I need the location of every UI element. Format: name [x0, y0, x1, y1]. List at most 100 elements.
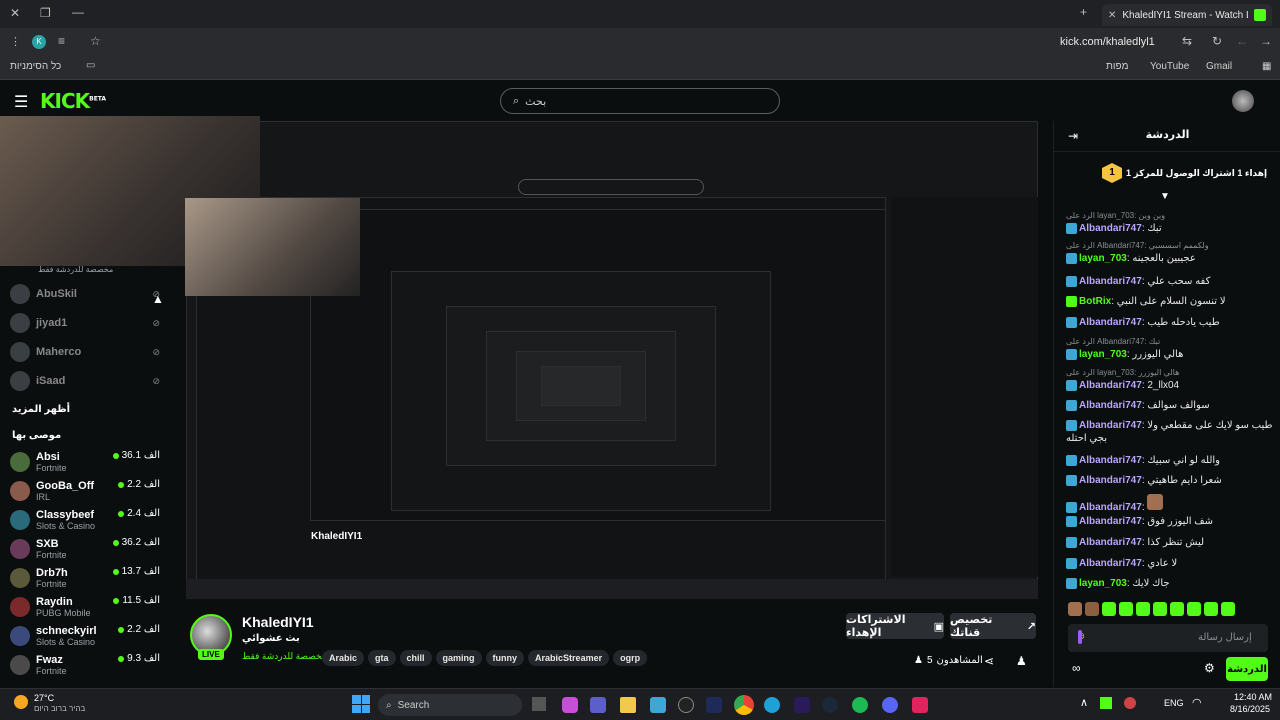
gear-icon[interactable]: ⚙: [1204, 661, 1215, 675]
sidebar-item-recommended[interactable]: schneckyirl Slots & Casino 2.2 الف: [10, 622, 160, 650]
reading-list-icon[interactable]: ≡: [58, 34, 65, 48]
weather-temp[interactable]: 27°C: [34, 693, 54, 703]
bookmark-maps[interactable]: מפות: [1106, 61, 1128, 72]
edge-icon[interactable]: [764, 697, 780, 713]
bookmark-star-icon[interactable]: ☆: [90, 34, 101, 48]
tag[interactable]: gta: [368, 650, 396, 666]
tag[interactable]: ArabicStreamer: [528, 650, 610, 666]
video-player[interactable]: KhaledIYI1: [186, 121, 1038, 599]
viewer-count: ♟ 5 المشاهدون: [914, 655, 983, 666]
language-indicator[interactable]: ENG: [1164, 698, 1184, 708]
chat-settings-icon[interactable]: ∞: [1072, 661, 1081, 675]
chrome-icon[interactable]: [734, 695, 754, 715]
copilot-icon[interactable]: [562, 697, 578, 713]
sidebar-item-offline[interactable]: iSaad ⊘: [10, 367, 160, 395]
tray-chevron-icon[interactable]: ∧: [1080, 696, 1088, 709]
gift-subs-button[interactable]: الاشتراكات الإهداء ▣: [846, 613, 944, 639]
avatar: [10, 626, 30, 646]
emote-icon[interactable]: [1085, 602, 1099, 616]
store-icon[interactable]: [650, 697, 666, 713]
file-explorer-icon[interactable]: [620, 697, 636, 713]
bookmarks-grid-icon[interactable]: ▦: [1262, 61, 1271, 72]
sidebar-item-recommended[interactable]: Raydin PUBG Mobile 11.5 الف: [10, 593, 160, 621]
tag[interactable]: gaming: [435, 650, 482, 666]
sidebar-item-recommended[interactable]: GooBa_Off IRL 2.2 الف: [10, 477, 160, 505]
sidebar-item-recommended[interactable]: Drb7h Fortnite 13.7 الف: [10, 564, 160, 592]
discord-icon[interactable]: [882, 697, 898, 713]
back-icon[interactable]: →: [1260, 34, 1272, 48]
new-tab-icon[interactable]: +: [1080, 5, 1087, 19]
chat-message: Albandari747: طيب سو لايك على مقطعي ولا …: [1066, 419, 1273, 444]
expand-icon[interactable]: ▼: [1160, 191, 1170, 202]
tag[interactable]: Arabic: [322, 650, 365, 666]
sidebar-item-recommended[interactable]: Absi Fortnite 36.1 الف: [10, 448, 160, 476]
profile-avatar-icon[interactable]: K: [32, 35, 46, 49]
all-bookmarks-folder[interactable]: כל הסימניות: [10, 61, 61, 72]
task-view-icon[interactable]: [532, 697, 546, 711]
recommended-title: موصى بها: [12, 430, 62, 441]
mic-icon[interactable]: [1078, 630, 1082, 644]
share-icon[interactable]: ⋖: [984, 654, 994, 668]
emote-icon[interactable]: [1221, 602, 1235, 616]
weather-icon[interactable]: [14, 695, 28, 709]
tag[interactable]: ogrp: [613, 650, 648, 666]
emote-icon[interactable]: [1102, 602, 1116, 616]
hamburger-menu-icon[interactable]: ☰: [14, 92, 28, 112]
tag[interactable]: funny: [485, 650, 525, 666]
clock-date[interactable]: 8/16/2025: [1230, 704, 1270, 714]
windows-start-icon[interactable]: [352, 695, 370, 713]
app-icon[interactable]: [678, 697, 694, 713]
menu-dots-icon[interactable]: ⋮: [10, 35, 21, 48]
kick-logo[interactable]: KICKBETA: [40, 89, 106, 113]
clock-time[interactable]: 12:40 AM: [1234, 692, 1272, 702]
taskbar-search[interactable]: ⌕ Search: [378, 694, 522, 716]
bookmark-gmail[interactable]: Gmail: [1206, 61, 1232, 72]
close-tab-icon[interactable]: ✕: [1108, 10, 1116, 21]
tray-kick-icon[interactable]: [1100, 697, 1112, 709]
sidebar-item-recommended[interactable]: SXB Fortnite 36.2 الف: [10, 535, 160, 563]
close-window-icon[interactable]: ✕: [10, 6, 20, 20]
sidebar-item-offline[interactable]: AbuSkil ⊘: [10, 280, 160, 308]
show-more-link[interactable]: أظهر المزيد: [12, 404, 70, 415]
search-input[interactable]: ⌕ بحث: [500, 88, 780, 114]
reload-icon[interactable]: ↻: [1212, 34, 1222, 48]
external-link-icon: ↗: [1026, 620, 1036, 633]
wifi-icon[interactable]: ◠: [1192, 696, 1202, 709]
follow-icon[interactable]: ♟: [1016, 654, 1027, 668]
sidebar-item-recommended[interactable]: Fwaz Fortnite 9.3 الف: [10, 651, 160, 679]
stream-category[interactable]: مخصصة للدردشة فقط: [242, 651, 327, 662]
sidebar-item-recommended[interactable]: Classybeef Slots & Casino 2.4 الف: [10, 506, 160, 534]
browser-tab-kick[interactable]: ✕ KhaledIYI1 Stream - Watch Live: [1102, 4, 1272, 26]
tag[interactable]: chill: [399, 650, 432, 666]
recording-app-icon[interactable]: [912, 697, 928, 713]
url-text[interactable]: kick.com/khaledlyl1: [1060, 36, 1155, 48]
emote-icon[interactable]: [1187, 602, 1201, 616]
forward-icon[interactable]: ←: [1236, 34, 1248, 48]
emote-icon[interactable]: [1068, 602, 1082, 616]
user-avatar[interactable]: [1232, 90, 1254, 112]
restore-window-icon[interactable]: ❐: [40, 6, 51, 20]
send-chat-button[interactable]: الدردشة: [1226, 657, 1268, 681]
tray-app-icon[interactable]: [1124, 697, 1136, 709]
spotify-icon[interactable]: [852, 697, 868, 713]
avatar: [10, 510, 30, 530]
chat-message-input[interactable]: ☺ إرسال رسالة: [1068, 624, 1268, 652]
streamer-name[interactable]: KhaledIYI1: [242, 614, 314, 630]
steam-icon[interactable]: [822, 697, 838, 713]
minimize-window-icon[interactable]: —: [72, 5, 84, 19]
bookmark-youtube[interactable]: YouTube: [1150, 61, 1189, 72]
emote-icon[interactable]: [1153, 602, 1167, 616]
customize-channel-button[interactable]: تخصيص قناتك ↗: [950, 613, 1036, 639]
teams-icon[interactable]: [590, 697, 606, 713]
emote-icon[interactable]: [1136, 602, 1150, 616]
emote-icon[interactable]: [1119, 602, 1133, 616]
chat-message: Albandari747: والله لو اني سبيك: [1066, 454, 1276, 467]
sidebar-item-offline[interactable]: Maherco ⊘: [10, 338, 160, 366]
premiere-icon[interactable]: [794, 697, 810, 713]
emote-icon[interactable]: [1204, 602, 1218, 616]
emote-icon[interactable]: [1170, 602, 1184, 616]
pinned-gift-goal[interactable]: إهداء 1 اشتراك الوصول للمركز 1: [1126, 168, 1267, 179]
site-settings-icon[interactable]: ⇆: [1182, 34, 1192, 48]
after-effects-icon[interactable]: [706, 697, 722, 713]
sidebar-item-offline[interactable]: jiyad1 ⊘: [10, 309, 160, 337]
